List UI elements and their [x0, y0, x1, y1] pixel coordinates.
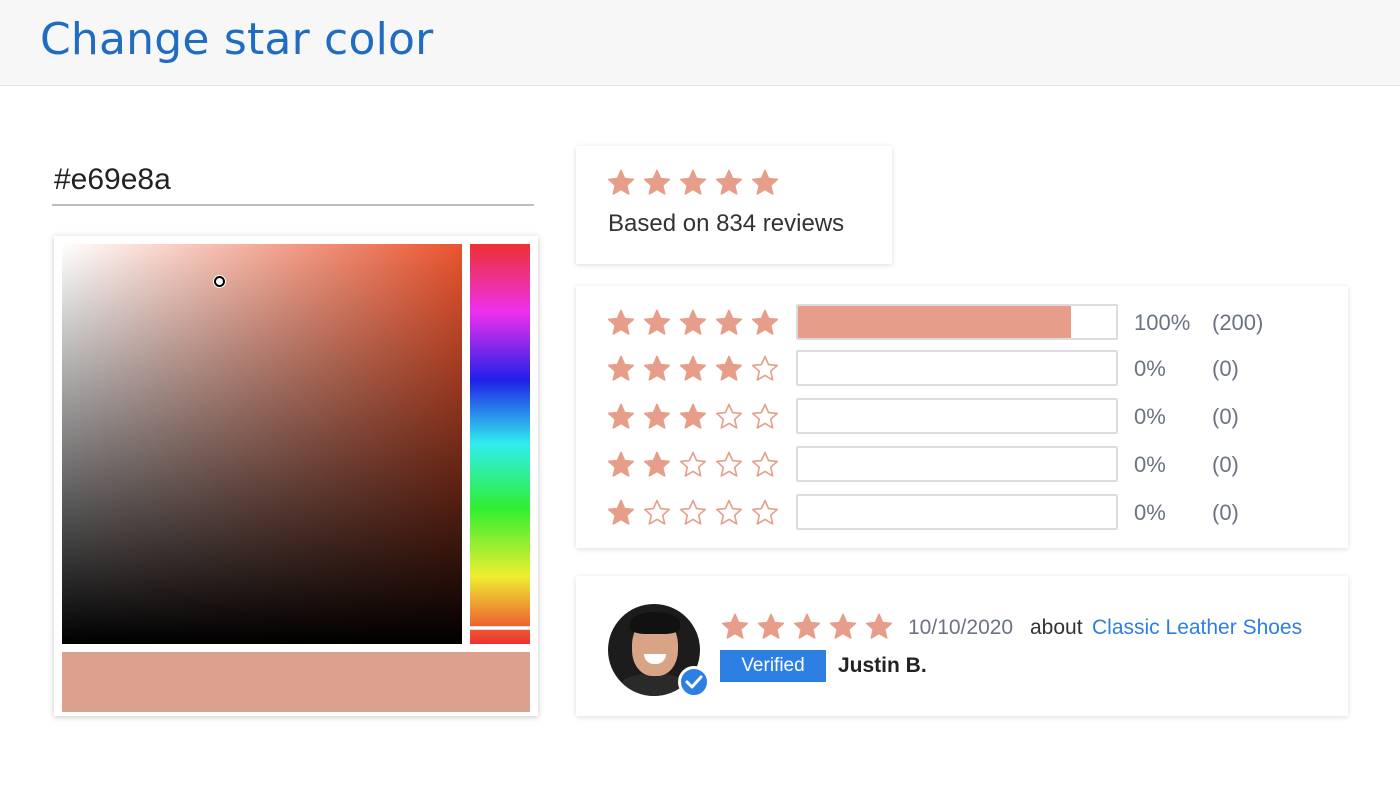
star-filled-icon: [607, 355, 635, 381]
rating-count: (0): [1212, 500, 1239, 525]
star-filled-icon: [829, 613, 857, 639]
breakdown-row-2[interactable]: 0% (0): [606, 446, 1326, 482]
star-filled-icon: [643, 355, 671, 381]
star-filled-icon: [607, 169, 635, 195]
product-link[interactable]: Classic Leather Shoes: [1092, 616, 1302, 640]
rating-percent: 0%: [1134, 500, 1166, 525]
hue-slider[interactable]: [470, 244, 530, 644]
star-filled-icon: [607, 499, 635, 525]
review-stars: [720, 612, 894, 642]
star-outline-icon: [751, 355, 779, 381]
review-date: 10/10/2020: [908, 616, 1014, 639]
saturation-handle[interactable]: [214, 276, 225, 287]
rating-count: (0): [1212, 404, 1239, 429]
star-filled-icon: [715, 309, 743, 335]
summary-stars: [606, 168, 780, 198]
breakdown-row-4[interactable]: 0% (0): [606, 350, 1326, 386]
rating-bar: [796, 350, 1118, 386]
star-outline-icon: [715, 403, 743, 429]
verified-check-icon: [678, 666, 710, 698]
rating-percent: 100%: [1134, 310, 1191, 335]
rating-percent: 0%: [1134, 356, 1166, 381]
star-filled-icon: [643, 451, 671, 477]
rating-bar: [796, 494, 1118, 530]
star-filled-icon: [607, 451, 635, 477]
rating-count: (0): [1212, 356, 1239, 381]
breakdown-row-1[interactable]: 0% (0): [606, 494, 1326, 530]
star-filled-icon: [679, 309, 707, 335]
star-outline-icon: [751, 499, 779, 525]
review-count-text: Based on 834 reviews: [608, 210, 845, 237]
review-card: 10/10/2020 about Classic Leather Shoes V…: [576, 576, 1348, 716]
page-title: Change star color: [40, 14, 434, 65]
avatar-hair: [630, 612, 680, 634]
star-filled-icon: [643, 169, 671, 195]
star-filled-icon: [643, 309, 671, 335]
star-filled-icon: [679, 403, 707, 429]
star-filled-icon: [607, 403, 635, 429]
verified-badge: Verified: [720, 650, 826, 682]
star-outline-icon: [643, 499, 671, 525]
star-filled-icon: [643, 403, 671, 429]
row-stars: [606, 308, 780, 338]
star-filled-icon: [793, 613, 821, 639]
row-stars: [606, 498, 780, 528]
star-filled-icon: [721, 613, 749, 639]
star-filled-icon: [751, 309, 779, 335]
color-hex-input[interactable]: [52, 156, 534, 206]
color-picker-panel: [54, 236, 538, 716]
star-filled-icon: [679, 169, 707, 195]
star-filled-icon: [607, 309, 635, 335]
reviewer-name: Justin B.: [838, 654, 927, 677]
breakdown-row-5[interactable]: 100% (200): [606, 304, 1326, 340]
hue-slider-handle[interactable]: [470, 626, 530, 630]
rating-count: (200): [1212, 310, 1264, 335]
star-filled-icon: [757, 613, 785, 639]
star-outline-icon: [715, 451, 743, 477]
star-filled-icon: [715, 169, 743, 195]
star-filled-icon: [715, 355, 743, 381]
color-preview-swatch: [62, 652, 530, 712]
star-filled-icon: [679, 355, 707, 381]
review-about-label: about: [1030, 616, 1083, 639]
rating-bar: [796, 446, 1118, 482]
star-outline-icon: [751, 451, 779, 477]
rating-bar-fill: [798, 306, 1072, 338]
breakdown-row-3[interactable]: 0% (0): [606, 398, 1326, 434]
row-stars: [606, 450, 780, 480]
star-outline-icon: [715, 499, 743, 525]
saturation-value-area[interactable]: [62, 244, 462, 644]
star-outline-icon: [751, 403, 779, 429]
star-filled-icon: [751, 169, 779, 195]
rating-breakdown-card: 100% (200) 0% (0) 0% (0) 0% (0) 0% (0): [576, 286, 1348, 548]
row-stars: [606, 354, 780, 384]
star-filled-icon: [865, 613, 893, 639]
rating-bar: [796, 304, 1118, 340]
page-header: Change star color: [0, 0, 1400, 86]
rating-bar: [796, 398, 1118, 434]
row-stars: [606, 402, 780, 432]
star-outline-icon: [679, 451, 707, 477]
rating-summary-card: Based on 834 reviews: [576, 146, 892, 264]
rating-count: (0): [1212, 452, 1239, 477]
star-outline-icon: [679, 499, 707, 525]
rating-percent: 0%: [1134, 404, 1166, 429]
rating-percent: 0%: [1134, 452, 1166, 477]
